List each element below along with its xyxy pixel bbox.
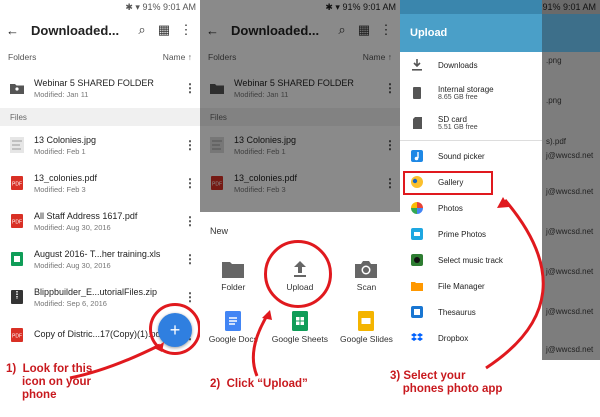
step3-annotation: 3) Select your phones photo app xyxy=(390,370,503,395)
step1-annotation: 1) Look for this icon on your phone xyxy=(6,363,93,401)
step2-annotation: 2) Click “Upload” xyxy=(210,378,308,390)
annotation-arrows xyxy=(69,197,545,380)
